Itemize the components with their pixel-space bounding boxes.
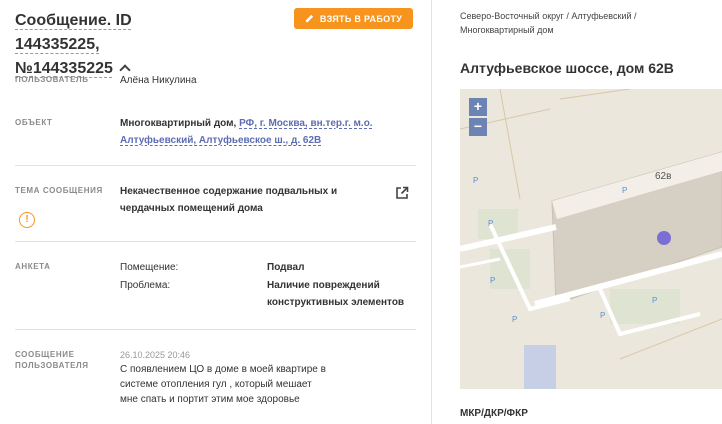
parking-icon: P (488, 219, 494, 228)
problem-label: Проблема: (120, 280, 171, 291)
object-address-link-1[interactable]: РФ, г. Москва, вн.тер.г. м.о. (239, 118, 372, 129)
topic-value-line2: чердачных помещений дома (120, 203, 263, 214)
message-text-line2: системе отопления гул , который мешает (120, 379, 312, 390)
message-label-line1: СООБЩЕНИЕ (15, 350, 75, 359)
parking-icon: P (622, 186, 628, 195)
user-value: Алёна Никулина (120, 75, 197, 86)
pencil-icon (305, 14, 313, 23)
object-type: Многоквартирный дом, (120, 118, 237, 129)
object-address-title: Алтуфьевское шоссе, дом 62В (460, 60, 674, 76)
message-text: С появлением ЦО в доме в моей квартире в… (120, 362, 380, 407)
form-label: АНКЕТА (15, 262, 51, 271)
parking-icon: P (473, 176, 479, 185)
message-text-line1: С появлением ЦО в доме в моей квартире в (120, 364, 326, 375)
message-title[interactable]: Сообщение. ID 144335225, №144335225 (15, 9, 215, 81)
message-title-line1: Сообщение. ID 144335225, (15, 12, 132, 53)
section-title: МКР/ДКР/ФКР (460, 408, 528, 419)
object-value: Многоквартирный дом, РФ, г. Москва, вн.т… (120, 115, 410, 149)
parking-icon: P (652, 296, 658, 305)
user-label: ПОЛЬЗОВАТЕЛЬ (15, 75, 89, 84)
problem-value-line2: конструктивных элементов (267, 297, 405, 308)
problem-value: Наличие повреждений конструктивных элеме… (267, 277, 417, 311)
topic-value: Некачественное содержание подвальных и ч… (120, 183, 380, 217)
map-canvas (460, 89, 722, 389)
take-to-work-label: ВЗЯТЬ В РАБОТУ (319, 13, 403, 24)
object-panel: Северо-Восточный округ / Алтуфьевский / … (433, 0, 722, 424)
message-label-line2: ПОЛЬЗОВАТЕЛЯ (15, 361, 89, 370)
message-label: СООБЩЕНИЕ ПОЛЬЗОВАТЕЛЯ (15, 349, 89, 371)
message-panel: Сообщение. ID 144335225, №144335225 ВЗЯТ… (0, 0, 432, 424)
divider (15, 165, 416, 166)
warning-icon: ! (19, 212, 35, 228)
topic-label: ТЕМА СООБЩЕНИЯ (15, 186, 103, 195)
zoom-controls: + − (469, 98, 487, 138)
breadcrumb-line2: Многоквартирный дом (460, 25, 554, 35)
room-value: Подвал (267, 262, 305, 273)
divider (15, 241, 416, 242)
object-label: ОБЪЕКТ (15, 118, 53, 127)
message-text-line3: мне спать и портит этим мое здоровье (120, 394, 300, 405)
breadcrumb[interactable]: Северо-Восточный округ / Алтуфьевский / … (460, 9, 710, 37)
take-to-work-button[interactable]: ВЗЯТЬ В РАБОТУ (294, 8, 413, 29)
parking-icon: P (600, 311, 606, 320)
map-building-label: 62в (655, 171, 672, 182)
map[interactable]: + − 62в P P P P P P P (460, 89, 722, 389)
topic-value-line1: Некачественное содержание подвальных и (120, 186, 338, 197)
room-label: Помещение: (120, 262, 179, 273)
open-external-icon[interactable] (395, 186, 409, 200)
divider (15, 329, 416, 330)
parking-icon: P (512, 315, 518, 324)
zoom-out-button[interactable]: − (469, 118, 487, 136)
problem-value-line1: Наличие повреждений (267, 280, 380, 291)
breadcrumb-line1: Северо-Восточный округ / Алтуфьевский / (460, 11, 637, 21)
zoom-in-button[interactable]: + (469, 98, 487, 116)
object-address-link-2[interactable]: Алтуфьевский, Алтуфьевское ш., д. 62В (120, 135, 321, 146)
parking-icon: P (490, 276, 496, 285)
